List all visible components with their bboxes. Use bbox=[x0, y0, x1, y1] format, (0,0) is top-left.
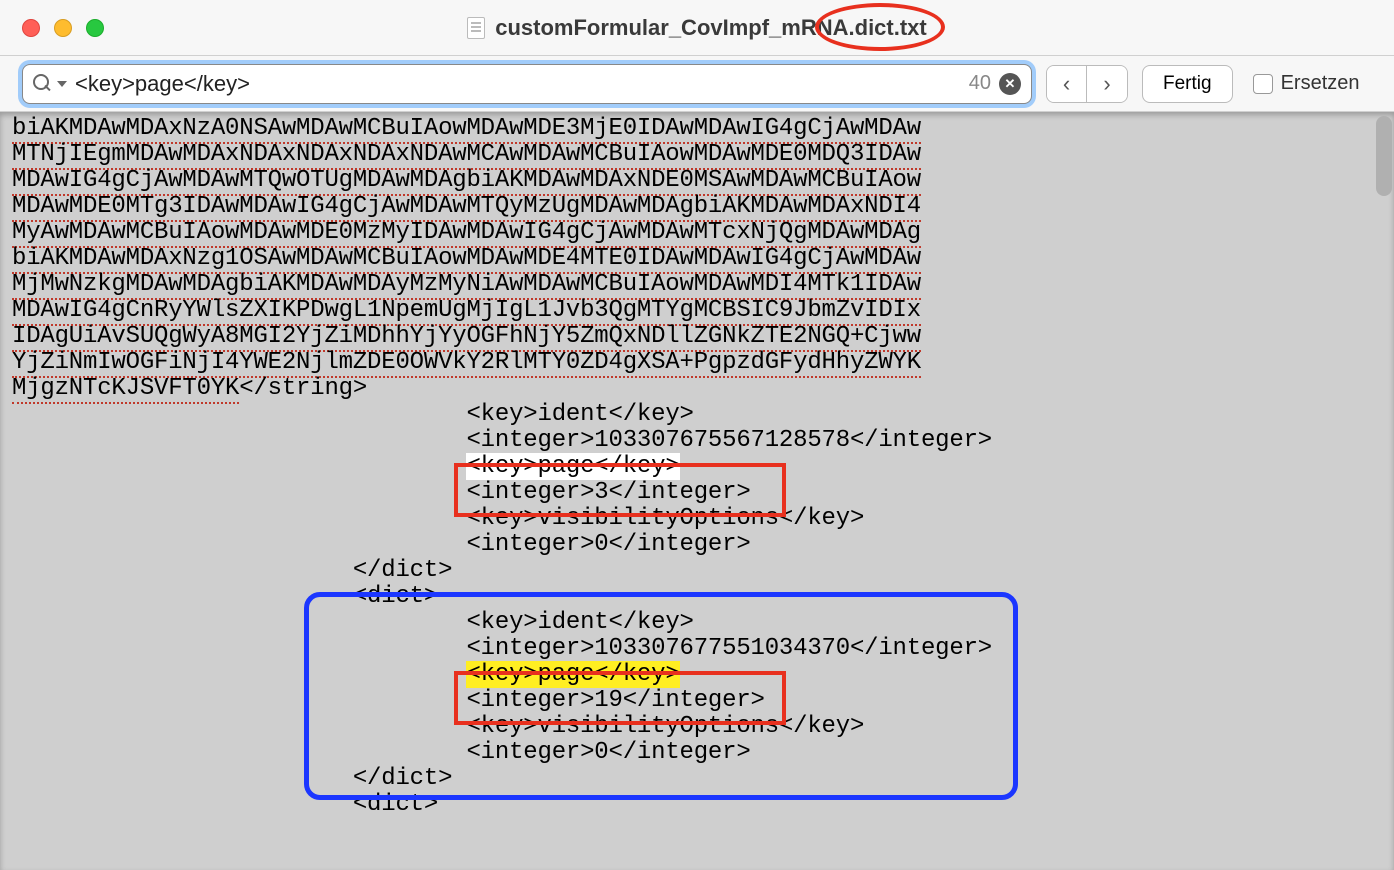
base64-line: YjZiNmIwOGFiNjI4YWE2NjlmZDE0OWVkY2RlMTY0… bbox=[12, 349, 921, 378]
base64-line: biAKMDAwMDAxNzA0NSAwMDAwMCBuIAowMDAwMDE3… bbox=[12, 115, 921, 144]
vertical-scrollbar[interactable] bbox=[1376, 116, 1392, 196]
window-title-text: customFormular_CovImpf_mRNA.dict.txt bbox=[495, 15, 927, 40]
minimize-window-button[interactable] bbox=[54, 19, 72, 37]
clear-search-button[interactable] bbox=[999, 73, 1021, 95]
document-icon bbox=[467, 17, 485, 39]
base64-line: MTNjIEgmMDAwMDAxNDAxNDAxNDAxNDAwMCAwMDAw… bbox=[12, 141, 921, 170]
prev-match-button[interactable]: ‹ bbox=[1047, 66, 1087, 102]
done-button[interactable]: Fertig bbox=[1142, 65, 1233, 103]
search-nav-group: ‹ › bbox=[1046, 65, 1128, 103]
chevron-left-icon: ‹ bbox=[1063, 71, 1070, 97]
base64-line: MjgzNTcKJSVFT0YK bbox=[12, 375, 239, 404]
base64-line: MDAwMDE0MTg3IDAwMDAwIG4gCjAwMDAwMTQyMzUg… bbox=[12, 193, 921, 222]
base64-line: MyAwMDAwMCBuIAowMDAwMDE0MzMyIDAwMDAwIG4g… bbox=[12, 219, 921, 248]
search-field-wrap[interactable]: 40 bbox=[22, 64, 1032, 104]
annotation-red-box-1 bbox=[454, 463, 786, 517]
base64-line: IDAgUiAvSUQgWyA8MGI2YjZiMDhhYjYyOGFhNjY5… bbox=[12, 323, 921, 352]
search-options-chevron-icon[interactable] bbox=[57, 81, 67, 87]
fullscreen-window-button[interactable] bbox=[86, 19, 104, 37]
titlebar: customFormular_CovImpf_mRNA.dict.txt bbox=[0, 0, 1394, 56]
search-result-count: 40 bbox=[969, 72, 991, 95]
search-icon bbox=[33, 74, 53, 94]
editor-viewport: biAKMDAwMDAxNzA0NSAwMDAwMCBuIAowMDAwMDE3… bbox=[0, 112, 1394, 870]
annotation-blue-box bbox=[304, 592, 1018, 800]
find-bar: 40 ‹ › Fertig Ersetzen bbox=[0, 56, 1394, 112]
xml-close-dict: </dict> bbox=[353, 557, 452, 584]
xml-int-visibility: <integer>0</integer> bbox=[466, 531, 750, 558]
xml-key-ident: <key>ident</key> bbox=[466, 401, 693, 428]
next-match-button[interactable]: › bbox=[1087, 66, 1127, 102]
replace-label: Ersetzen bbox=[1281, 72, 1360, 95]
base64-line: MDAwIG4gCnRyYWlsZXIKPDwgL1NpemUgMjIgL1Jv… bbox=[12, 297, 921, 326]
xml-close-string: </string> bbox=[239, 375, 367, 402]
window-controls bbox=[22, 19, 104, 37]
search-input[interactable] bbox=[75, 71, 969, 97]
replace-toggle: Ersetzen bbox=[1253, 72, 1360, 95]
close-window-button[interactable] bbox=[22, 19, 40, 37]
chevron-right-icon: › bbox=[1103, 71, 1110, 97]
replace-checkbox[interactable] bbox=[1253, 74, 1273, 94]
window-title: customFormular_CovImpf_mRNA.dict.txt bbox=[495, 15, 927, 41]
base64-line: MDAwIG4gCjAwMDAwMTQwOTUgMDAwMDAgbiAKMDAw… bbox=[12, 167, 921, 196]
xml-int-ident: <integer>103307675567128578</integer> bbox=[466, 427, 992, 454]
base64-line: biAKMDAwMDAxNzg1OSAwMDAwMCBuIAowMDAwMDE4… bbox=[12, 245, 921, 274]
title-annotation-circle bbox=[815, 3, 945, 51]
title-center: customFormular_CovImpf_mRNA.dict.txt bbox=[0, 15, 1394, 41]
base64-line: MjMwNzkgMDAwMDAgbiAKMDAwMDAyMzMyNiAwMDAw… bbox=[12, 271, 921, 300]
